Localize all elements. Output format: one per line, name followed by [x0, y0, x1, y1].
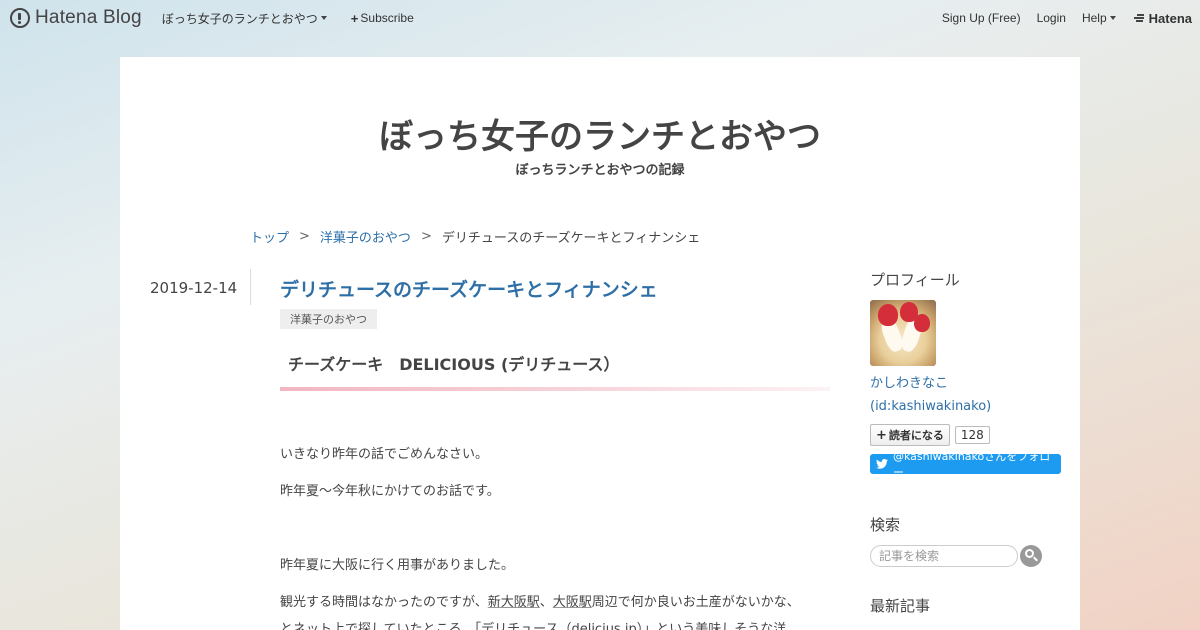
plus-icon: + — [350, 10, 359, 26]
hatena-logo-text: Hatena — [1148, 10, 1192, 26]
hatena-blog-logo-icon — [10, 8, 30, 28]
become-reader-label: 読者になる — [888, 429, 944, 442]
hatena-blog-logo[interactable]: Hatena Blog — [10, 7, 142, 29]
entry-date[interactable]: 2019-12-14 — [150, 279, 237, 297]
entry-title[interactable]: デリチュースのチーズケーキとフィナンシェ — [280, 275, 830, 302]
breadcrumb-category-link[interactable]: 洋菓子のおやつ — [320, 227, 411, 246]
reader-count: 128 — [954, 426, 990, 444]
blog-description: ぼっちランチとおやつの記録 — [515, 163, 685, 178]
date-divider — [250, 269, 251, 305]
subscribe-button[interactable]: + Subscribe — [351, 11, 414, 26]
search-button[interactable] — [1020, 545, 1042, 567]
hatena-logo-icon — [1133, 13, 1146, 23]
breadcrumb: トップ > 洋菓子のおやつ > デリチュースのチーズケーキとフィナンシェ — [250, 227, 700, 246]
twitter-follow-label: @kashiwakinakoさんをフォロー — [892, 450, 1051, 479]
twitter-follow-button[interactable]: @kashiwakinakoさんをフォロー — [870, 450, 1061, 479]
hatena-logo[interactable]: Hatena — [1133, 10, 1192, 26]
entry-article: デリチュースのチーズケーキとフィナンシェ 洋菓子のおやつ チーズケーキ DELI… — [280, 275, 830, 630]
search-heading: 検索 — [870, 516, 901, 534]
caret-down-icon — [320, 16, 327, 20]
global-header: Hatena Blog ぼっち女子のランチとおやつ + Subscribe Si… — [0, 0, 1200, 36]
brand-text: Hatena Blog — [35, 7, 142, 28]
sidebar: プロフィール かしわきなこ (id:kashiwakinako) + 読者になる… — [870, 269, 1070, 616]
keyword-link-shin-osaka[interactable]: 新大阪駅 — [488, 595, 540, 610]
breadcrumb-current: デリチュースのチーズケーキとフィナンシェ — [441, 231, 701, 246]
account-links: Sign Up (Free) Login Help Hatena — [926, 11, 1192, 26]
paragraph: 昨年夏～今年秋にかけてのお話です。 — [280, 483, 500, 499]
latest-entries-heading: 最新記事 — [870, 597, 931, 615]
blog-menu-label: ぼっち女子のランチとおやつ — [161, 11, 318, 26]
profile-avatar[interactable] — [870, 300, 936, 366]
text-run: 観光する時間はなかったのですが、 — [280, 594, 488, 610]
breadcrumb-separator: > — [299, 229, 310, 244]
paragraph: 昨年夏に大阪に行く用事がありました。 — [280, 558, 515, 573]
subscribe-label: Subscribe — [360, 11, 414, 25]
profile-id-link[interactable]: (id:kashiwakinako) — [870, 399, 1070, 414]
keyword-link-osaka[interactable]: 大阪駅 — [553, 595, 592, 610]
search-form — [870, 545, 1070, 567]
section-heading: チーズケーキ DELICIOUS (デリチュース） — [288, 355, 620, 374]
subscribe-reader-row: + 読者になる 128 — [870, 424, 1070, 446]
search-input[interactable] — [870, 545, 1018, 567]
help-dropdown[interactable]: Help — [1082, 11, 1116, 25]
signup-link[interactable]: Sign Up (Free) — [942, 11, 1021, 25]
caret-down-icon — [1109, 16, 1116, 20]
help-label: Help — [1081, 11, 1107, 25]
profile-heading: プロフィール — [870, 271, 960, 289]
profile-name-link[interactable]: かしわきなこ — [870, 372, 1070, 391]
text-run: 周辺で何か良いお土産がないかな、 — [591, 594, 800, 610]
paragraph: いきなり昨年の話でごめんなさい。 — [280, 447, 489, 462]
blog-container: ぼっち女子のランチとおやつ ぼっちランチとおやつの記録 トップ > 洋菓子のおや… — [120, 57, 1080, 630]
paragraph: 観光する時間はなかったのですが、新大阪駅、大阪駅周辺で何か良いお土産がないかな、 — [280, 593, 830, 613]
blog-menu-dropdown[interactable]: ぼっち女子のランチとおやつ — [162, 10, 327, 27]
login-link[interactable]: Login — [1037, 11, 1066, 25]
text-run: 、 — [539, 594, 553, 610]
breadcrumb-top-link[interactable]: トップ — [250, 227, 289, 246]
blog-title[interactable]: ぼっち女子のランチとおやつ — [120, 109, 1080, 158]
heading-underline — [280, 387, 830, 391]
paragraph: とネット上で探していたところ、「デリチュース（delicius.jp）」という美… — [280, 622, 787, 630]
breadcrumb-separator: > — [420, 229, 432, 244]
become-reader-button[interactable]: + 読者になる — [870, 424, 950, 446]
entry-category-tag[interactable]: 洋菓子のおやつ — [280, 309, 377, 329]
search-icon-handle — [1033, 556, 1038, 562]
plus-icon: + — [876, 427, 887, 443]
twitter-bird-icon — [876, 459, 888, 469]
